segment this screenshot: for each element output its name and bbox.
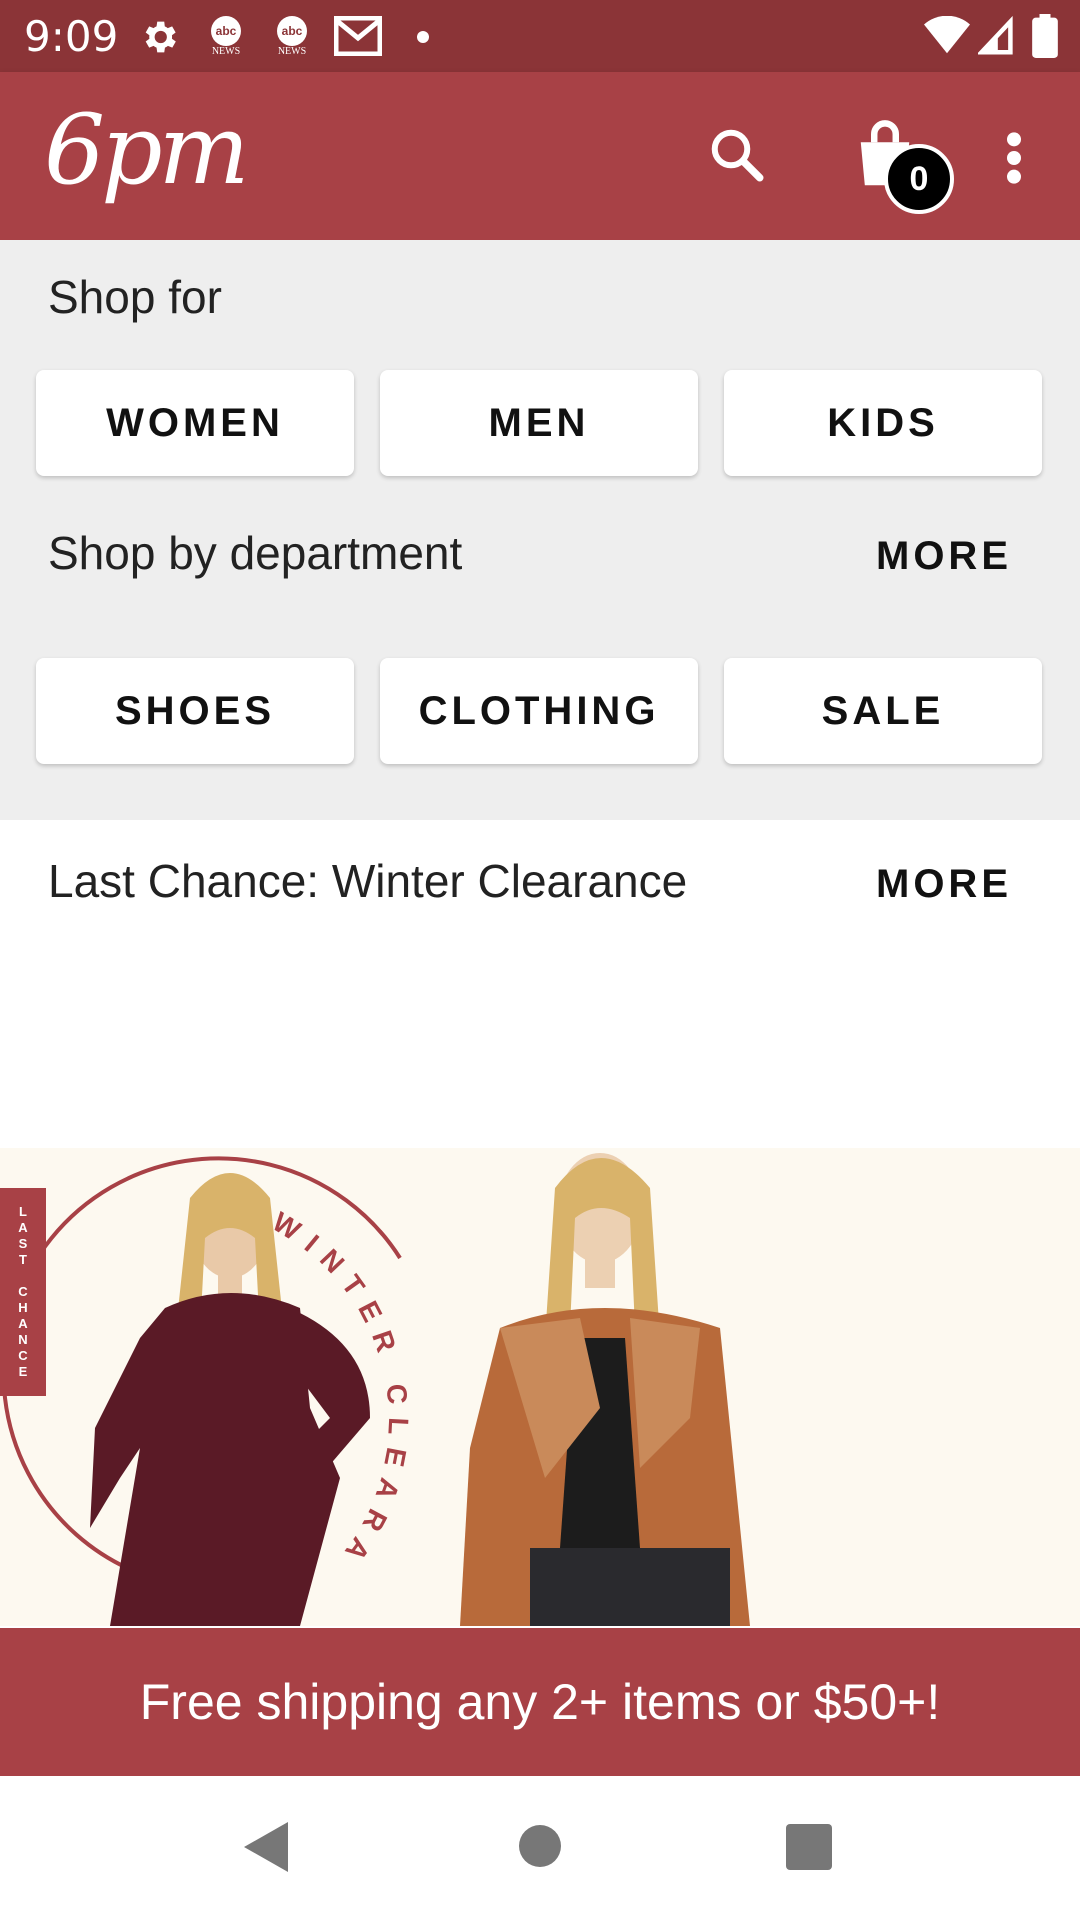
chip-kids[interactable]: KIDS: [724, 370, 1042, 476]
gear-icon: [145, 21, 176, 53]
status-bar: 9:09 abc NEWS abc NEWS: [0, 0, 1080, 72]
gmail-icon: [334, 16, 382, 56]
abc-news-label: NEWS: [277, 46, 307, 57]
cart-count-badge[interactable]: 0: [884, 144, 954, 214]
department-more-link[interactable]: MORE: [876, 534, 1012, 579]
chip-clothing[interactable]: CLOTHING: [380, 658, 698, 764]
clearance-banner-art: WINTER CLEARANCE: [0, 1148, 750, 1626]
department-title: Shop by department: [48, 527, 463, 579]
more-vert-icon[interactable]: [1000, 130, 1028, 186]
status-time: 9:09: [24, 12, 119, 61]
wifi-icon: [924, 16, 970, 54]
clearance-more-link[interactable]: MORE: [876, 862, 1012, 907]
chip-women[interactable]: WOMEN: [36, 370, 354, 476]
chip-men[interactable]: MEN: [380, 370, 698, 476]
shop-panel: Shop for WOMEN MEN KIDS Shop by departme…: [0, 240, 1080, 820]
shop-for-title: Shop for: [48, 271, 222, 323]
navigation-bar: [0, 1776, 1080, 1920]
back-icon[interactable]: [244, 1822, 288, 1872]
abc-news-icon: abc NEWS: [208, 16, 244, 57]
battery-icon: [1032, 14, 1058, 58]
chip-shoes[interactable]: SHOES: [36, 658, 354, 764]
abc-news-label: NEWS: [211, 46, 241, 57]
brand-logo[interactable]: 6pm: [44, 94, 250, 206]
recents-icon[interactable]: [786, 1824, 832, 1870]
promo-text: Free shipping any 2+ items or $50+!: [139, 1674, 941, 1730]
home-icon[interactable]: [518, 1824, 562, 1868]
promo-bar[interactable]: Free shipping any 2+ items or $50+!: [0, 1628, 1080, 1776]
abc-news-icon: abc NEWS: [274, 16, 310, 57]
chip-sale[interactable]: SALE: [724, 658, 1042, 764]
search-icon[interactable]: [706, 124, 766, 184]
clearance-title: Last Chance: Winter Clearance: [48, 855, 688, 907]
clearance-banner[interactable]: WINTER CLEARANCE LAST CHANCE: [0, 1148, 1080, 1626]
last-chance-tag-text: LAST CHANCE: [15, 1204, 31, 1380]
signal-icon: [978, 16, 1013, 55]
last-chance-tag: LAST CHANCE: [0, 1188, 46, 1396]
dot-icon: [417, 31, 429, 43]
